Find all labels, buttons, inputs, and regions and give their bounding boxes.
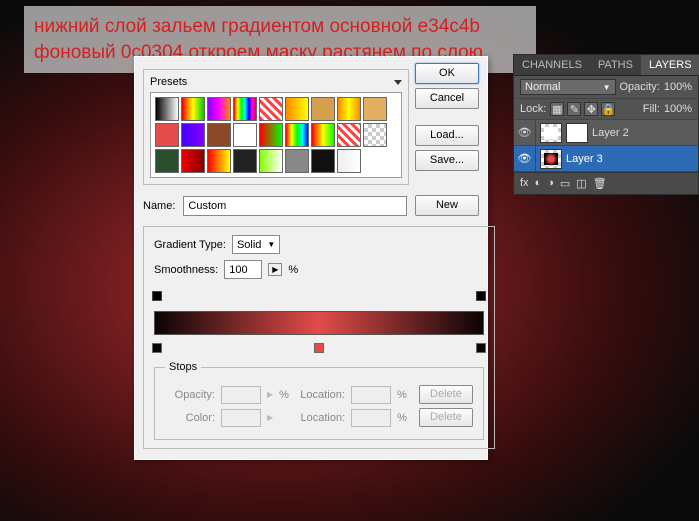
- preset-swatch[interactable]: [207, 123, 231, 147]
- adjustment-icon[interactable]: ◑: [547, 177, 554, 190]
- preset-swatch[interactable]: [311, 149, 335, 173]
- load-button[interactable]: Load...: [415, 125, 479, 146]
- preset-swatch[interactable]: [233, 97, 257, 121]
- preset-swatch[interactable]: [207, 149, 231, 173]
- preset-swatch[interactable]: [233, 149, 257, 173]
- preset-swatch[interactable]: [363, 123, 387, 147]
- preset-swatch[interactable]: [155, 123, 179, 147]
- stop-color-swatch: [221, 409, 261, 427]
- layer-row[interactable]: 👁 Layer 3: [514, 146, 698, 172]
- layer-name: Layer 3: [566, 153, 603, 165]
- percent-label: %: [288, 264, 298, 276]
- preset-swatch[interactable]: [337, 123, 361, 147]
- stops-group: Stops Opacity: ▶ % Location: % Delete Co…: [154, 361, 484, 440]
- layer-list: 👁 Layer 2👁 Layer 3: [514, 120, 698, 172]
- preset-swatch[interactable]: [285, 97, 309, 121]
- presets-group: Presets: [143, 69, 409, 185]
- name-input[interactable]: [183, 196, 407, 216]
- delete-opacity-stop-button: Delete: [419, 385, 473, 404]
- stop-location-input: [351, 386, 391, 404]
- gradient-type-value: Solid: [237, 239, 261, 251]
- gradient-editor-dialog: Presets OK Cancel Load... Save... Name: …: [134, 56, 488, 460]
- fill-label: Fill:: [643, 103, 660, 115]
- lock-label: Lock:: [520, 103, 546, 115]
- preset-swatch[interactable]: [181, 97, 205, 121]
- percent-label: %: [397, 412, 407, 424]
- preset-swatch[interactable]: [285, 123, 309, 147]
- color-stop-mid[interactable]: [314, 343, 324, 353]
- layer-thumb[interactable]: [540, 123, 562, 143]
- preset-swatch[interactable]: [311, 97, 335, 121]
- visibility-icon[interactable]: 👁: [514, 146, 536, 171]
- cancel-button[interactable]: Cancel: [415, 88, 479, 109]
- ok-button[interactable]: OK: [415, 63, 479, 84]
- opacity-value[interactable]: 100%: [664, 81, 692, 93]
- preset-swatch[interactable]: [207, 97, 231, 121]
- group-icon[interactable]: ▭: [560, 177, 570, 190]
- visibility-icon[interactable]: 👁: [514, 120, 536, 145]
- preset-swatch[interactable]: [259, 97, 283, 121]
- new-button[interactable]: New: [415, 195, 479, 216]
- stop-location-input-2: [351, 409, 391, 427]
- smoothness-label: Smoothness:: [154, 264, 218, 276]
- tab-layers[interactable]: LAYERS: [641, 55, 699, 75]
- layer-mask-thumb[interactable]: [566, 123, 588, 143]
- presets-menu-icon[interactable]: [394, 80, 402, 85]
- opacity-label: Opacity:: [620, 81, 660, 93]
- tab-channels[interactable]: CHANNELS: [514, 55, 590, 75]
- preset-swatch[interactable]: [311, 123, 335, 147]
- preset-swatch[interactable]: [337, 149, 361, 173]
- smoothness-input[interactable]: [224, 260, 262, 279]
- color-stop-left[interactable]: [152, 343, 162, 353]
- preset-swatch[interactable]: [233, 123, 257, 147]
- preset-swatch[interactable]: [259, 123, 283, 147]
- blend-mode-value: Normal: [525, 81, 560, 93]
- stop-location-label-2: Location:: [295, 412, 345, 424]
- fx-icon[interactable]: fx: [520, 177, 529, 190]
- preset-swatch-grid[interactable]: [150, 92, 402, 178]
- fill-value[interactable]: 100%: [664, 103, 692, 115]
- stops-label: Stops: [165, 361, 201, 373]
- preset-swatch[interactable]: [155, 149, 179, 173]
- delete-color-stop-button: Delete: [419, 408, 473, 427]
- percent-label: %: [279, 389, 289, 401]
- save-button[interactable]: Save...: [415, 150, 479, 171]
- smoothness-stepper-icon[interactable]: ▶: [268, 263, 282, 276]
- lock-pixels-icon[interactable]: ✎: [567, 102, 581, 116]
- preset-swatch[interactable]: [363, 97, 387, 121]
- preset-swatch[interactable]: [181, 149, 205, 173]
- stop-location-label: Location:: [295, 389, 345, 401]
- tab-paths[interactable]: PATHS: [590, 55, 641, 75]
- lock-transparency-icon[interactable]: ▦: [550, 102, 564, 116]
- color-stop-right[interactable]: [476, 343, 486, 353]
- preset-swatch[interactable]: [285, 149, 309, 173]
- presets-label: Presets: [150, 76, 187, 88]
- layer-row[interactable]: 👁 Layer 2: [514, 120, 698, 146]
- layer-name: Layer 2: [592, 127, 629, 139]
- trash-icon[interactable]: 🗑: [593, 177, 607, 190]
- layer-thumb[interactable]: [540, 149, 562, 169]
- name-label: Name:: [143, 200, 175, 212]
- preset-swatch[interactable]: [155, 97, 179, 121]
- blend-mode-select[interactable]: Normal▼: [520, 79, 616, 95]
- mask-icon[interactable]: ◐: [535, 177, 542, 190]
- opacity-stop-left[interactable]: [152, 291, 162, 301]
- gradient-type-select[interactable]: Solid ▼: [232, 235, 280, 254]
- stop-color-label: Color:: [165, 412, 215, 424]
- gradient-type-label: Gradient Type:: [154, 239, 226, 251]
- new-layer-icon[interactable]: ◫: [576, 177, 586, 190]
- lock-position-icon[interactable]: ✥: [584, 102, 598, 116]
- gradient-settings-group: Gradient Type: Solid ▼ Smoothness: ▶ %: [143, 226, 495, 449]
- stop-opacity-input: [221, 386, 261, 404]
- preset-swatch[interactable]: [181, 123, 205, 147]
- stop-opacity-label: Opacity:: [165, 389, 215, 401]
- gradient-bar[interactable]: [154, 311, 484, 335]
- percent-label: %: [397, 389, 407, 401]
- preset-swatch[interactable]: [259, 149, 283, 173]
- layers-panel: CHANNELS PATHS LAYERS Normal▼ Opacity: 1…: [513, 54, 699, 195]
- preset-swatch[interactable]: [337, 97, 361, 121]
- lock-all-icon[interactable]: 🔒: [601, 102, 615, 116]
- opacity-stop-right[interactable]: [476, 291, 486, 301]
